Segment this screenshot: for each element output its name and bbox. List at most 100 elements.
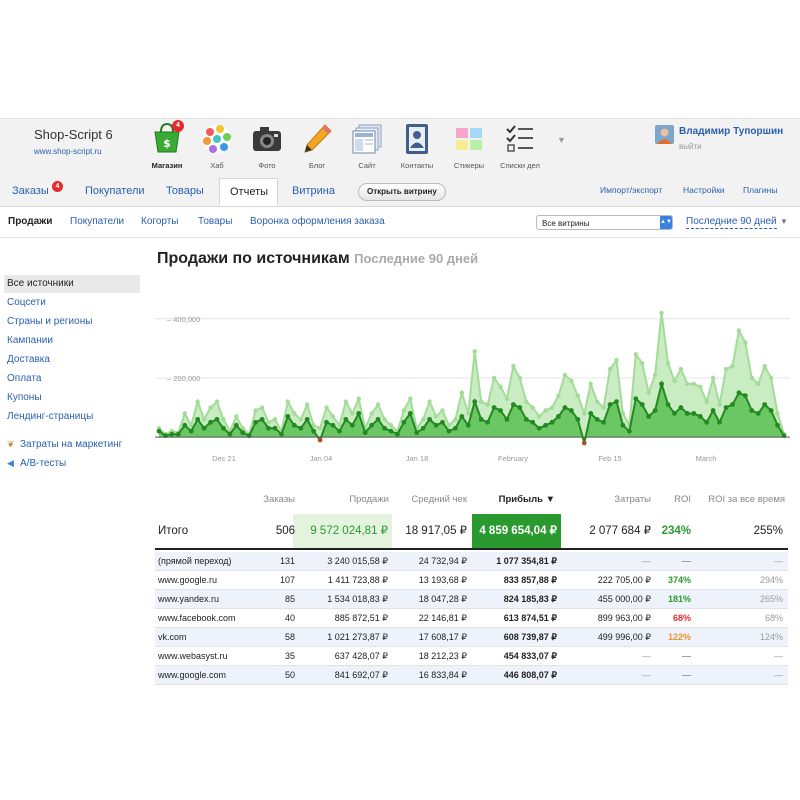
table-row[interactable]: www.yandex.ru 85 1 534 018,83 ₽ 18 047,28 ₽…	[155, 590, 788, 609]
profit-point	[755, 411, 761, 416]
app-shop[interactable]: $ 4 Магазин	[142, 119, 192, 177]
sales-point	[607, 366, 613, 372]
app-site[interactable]: Сайт	[342, 119, 392, 177]
table-row[interactable]: www.google.ru 107 1 411 723,88 ₽ 13 193,68 …	[155, 571, 788, 590]
chevron-down-icon[interactable]: ▼	[780, 217, 788, 226]
sidebar-item-campaigns[interactable]: Кампании	[4, 332, 140, 350]
sidebar-item-social[interactable]: Соцсети	[4, 294, 140, 312]
app-stickers[interactable]: Стикеры	[444, 119, 494, 177]
profit-point	[279, 431, 284, 437]
sales-point	[704, 399, 709, 404]
profit-point	[272, 425, 278, 431]
table-row[interactable]: www.webasyst.ru 35 637 428,07 ₽ 18 212,23 ₽…	[155, 647, 788, 666]
sales-point	[343, 399, 349, 404]
sales-point	[259, 405, 265, 410]
app-blog[interactable]: Блог	[292, 119, 342, 177]
sales-point	[594, 399, 600, 404]
subnav-cohorts[interactable]: Когорты	[141, 216, 179, 227]
avatar	[655, 125, 674, 144]
hub-icon	[203, 125, 231, 153]
col-roi-all-time[interactable]: ROI за все время	[695, 488, 785, 512]
profit-point	[646, 414, 652, 419]
col-sales[interactable]: Продажи	[305, 488, 389, 512]
col-avg-check[interactable]: Средний чек	[395, 488, 467, 512]
tab-storefront[interactable]: Витрина	[292, 185, 335, 197]
subnav-products[interactable]: Товары	[198, 216, 232, 227]
user-name[interactable]: Владимир Тупоршин	[679, 126, 783, 137]
sidebar-item-marketing-costs[interactable]: ❦ Затраты на маркетинг	[4, 435, 140, 453]
table-row[interactable]: www.google.com 50 841 692,07 ₽ 16 833,84 ₽ 4…	[155, 666, 788, 685]
profit-point	[317, 437, 323, 443]
app-contacts[interactable]: Контакты	[392, 119, 442, 177]
total-profit: 4 859 654,04 ₽	[479, 525, 557, 537]
sales-point	[298, 417, 303, 422]
sidebar-item-shipping[interactable]: Доставка	[4, 351, 140, 369]
user-menu[interactable]: Владимир Тупоршин выйти	[655, 125, 800, 155]
col-orders[interactable]: Заказы	[245, 488, 295, 512]
sales-point	[710, 375, 716, 381]
import-export-link[interactable]: Импорт/экспорт	[600, 185, 662, 195]
cell-name[interactable]: (прямой переход)	[158, 552, 232, 570]
more-apps-chevron-icon[interactable]: ▼	[557, 135, 566, 145]
storefront-select[interactable]: Все витрины ▲▼	[536, 215, 673, 230]
sales-point	[324, 405, 329, 410]
cell-roi: 374%	[667, 575, 691, 585]
profit-point	[298, 425, 304, 431]
sidebar-item-landing-pages[interactable]: Лендинг-страницы	[4, 408, 140, 426]
cell-name[interactable]: vk.com	[158, 628, 187, 646]
subnav-customers[interactable]: Покупатели	[70, 216, 124, 227]
cell-name[interactable]: www.google.com	[158, 666, 226, 684]
plugins-link[interactable]: Плагины	[743, 185, 777, 195]
profit-point	[491, 405, 497, 410]
profit-point	[465, 422, 471, 428]
cell-name[interactable]: www.yandex.ru	[158, 590, 219, 608]
cell-roi-all: 265%	[759, 594, 783, 604]
checklist-icon	[506, 125, 533, 152]
col-costs[interactable]: Затраты	[565, 488, 651, 512]
table-row[interactable]: (прямой переход) 131 3 240 015,58 ₽ 24 732,…	[155, 552, 788, 571]
cell-costs: 222 705,00 ₽	[597, 575, 651, 585]
subnav-checkout-funnel[interactable]: Воронка оформления заказа	[250, 216, 385, 227]
open-storefront-button[interactable]: Открыть витрину	[358, 183, 446, 201]
sales-point	[433, 414, 439, 419]
sales-point	[304, 402, 310, 407]
sales-point	[556, 393, 561, 398]
sales-point	[762, 363, 767, 369]
tab-customers[interactable]: Покупатели	[85, 185, 145, 197]
profit-point	[356, 411, 362, 416]
app-photo[interactable]: Фото	[242, 119, 292, 177]
brand-url-link[interactable]: www.shop-script.ru	[34, 147, 102, 156]
period-selector[interactable]: Последние 90 дней	[686, 216, 777, 229]
cell-name[interactable]: www.facebook.com	[158, 609, 236, 627]
table-row[interactable]: www.facebook.com 40 885 872,51 ₽ 22 146,81 …	[155, 609, 788, 628]
tab-reports[interactable]: Отчеты	[219, 178, 278, 206]
table-row[interactable]: vk.com 58 1 021 273,87 ₽ 17 608,17 ₽ 608 739…	[155, 628, 788, 647]
app-hub[interactable]: Хаб	[192, 119, 242, 177]
sales-point	[446, 423, 452, 428]
profit-point	[723, 405, 729, 410]
logout-link[interactable]: выйти	[679, 142, 702, 151]
sidebar-item-coupons[interactable]: Купоны	[4, 389, 140, 407]
subnav-sales[interactable]: Продажи	[8, 216, 52, 227]
app-checklists[interactable]: Списки дел	[495, 119, 545, 177]
settings-link[interactable]: Настройки	[683, 185, 725, 195]
col-roi[interactable]: ROI	[655, 488, 691, 512]
sales-point	[749, 375, 754, 381]
sidebar-item-payment[interactable]: Оплата	[4, 370, 140, 388]
cell-name[interactable]: www.webasyst.ru	[158, 647, 228, 665]
x-tick-label: March	[696, 454, 717, 463]
sidebar-item-ab-tests[interactable]: ◀ A/B-тесты	[4, 454, 140, 472]
cell-costs: —	[642, 670, 651, 680]
cell-name[interactable]: www.google.ru	[158, 571, 217, 589]
tab-products[interactable]: Товары	[166, 185, 204, 197]
sidebar-item-countries[interactable]: Страны и регионы	[4, 313, 140, 331]
profit-point	[588, 411, 594, 416]
total-roi-all: 255%	[753, 525, 783, 537]
sidebar-item-all-sources[interactable]: Все источники	[4, 275, 140, 293]
tab-orders[interactable]: Заказы	[12, 185, 49, 197]
profit-point	[227, 431, 233, 437]
col-profit[interactable]: Прибыль ▼	[475, 488, 555, 512]
profit-point	[188, 428, 194, 434]
profit-point	[639, 402, 645, 407]
cell-profit: 454 833,07 ₽	[503, 651, 557, 661]
